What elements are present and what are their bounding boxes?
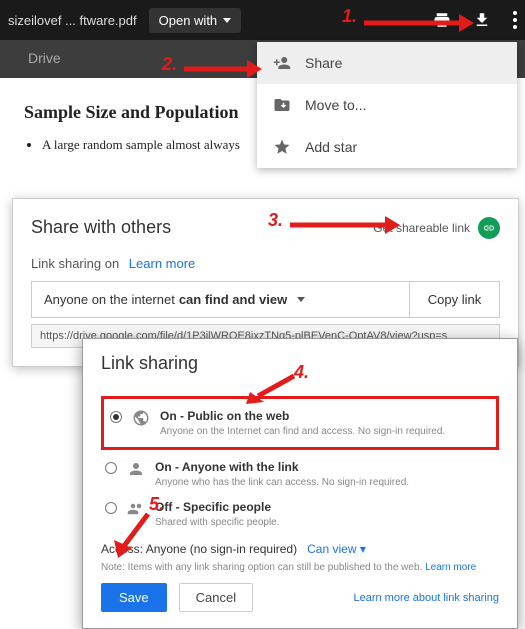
note-learn-more[interactable]: Learn more (425, 562, 476, 573)
learn-more-link-sharing[interactable]: Learn more about link sharing (353, 592, 499, 604)
link-sharing-status: Link sharing on Learn more (31, 256, 500, 271)
learn-more-link[interactable]: Learn more (129, 256, 195, 271)
option-anyone-link[interactable]: On - Anyone with the link Anyone who has… (101, 454, 499, 494)
open-with-label: Open with (159, 13, 218, 28)
caret-down-icon (297, 297, 305, 302)
arrow-icon (246, 374, 296, 404)
download-icon[interactable] (473, 11, 491, 29)
radio-icon (105, 462, 117, 474)
person-add-icon (273, 54, 291, 72)
permission-row: Anyone on the internet can find and view… (31, 281, 500, 318)
link-person-icon (127, 460, 145, 478)
cancel-button[interactable]: Cancel (179, 583, 253, 612)
note-row: Note: Items with any link sharing option… (101, 562, 499, 573)
open-with-button[interactable]: Open with (149, 8, 242, 33)
arrow-icon (184, 60, 262, 78)
globe-icon (132, 409, 150, 427)
callout-3: 3. (268, 210, 283, 231)
caret-down-icon (223, 18, 231, 23)
permission-dropdown[interactable]: Anyone on the internet can find and view (32, 282, 409, 317)
more-actions-icon[interactable] (513, 11, 517, 29)
callout-1: 1. (342, 6, 357, 27)
link-icon (478, 217, 500, 239)
save-button[interactable]: Save (101, 583, 167, 612)
menu-label: Add star (305, 139, 357, 155)
callout-4: 4. (294, 362, 309, 383)
option-public[interactable]: On - Public on the web Anyone on the Int… (106, 403, 494, 443)
menu-label: Share (305, 55, 342, 71)
drive-label: Drive (28, 50, 61, 66)
more-actions-menu: Share Move to... Add star (257, 42, 517, 168)
move-icon (273, 96, 291, 114)
star-icon (273, 138, 291, 156)
callout-2: 2. (162, 54, 177, 75)
arrow-icon (290, 216, 400, 234)
menu-item-share[interactable]: Share (257, 42, 517, 84)
file-name: sizeilovef ... ftware.pdf (8, 13, 137, 28)
access-row: Access: Anyone (no sign-in required) Can… (101, 542, 499, 556)
menu-label: Move to... (305, 97, 366, 113)
menu-item-move[interactable]: Move to... (257, 84, 517, 126)
callout-5: 5. (149, 494, 164, 515)
can-view-dropdown[interactable]: Can view ▾ (307, 542, 366, 556)
copy-link-button[interactable]: Copy link (409, 282, 499, 317)
menu-item-star[interactable]: Add star (257, 126, 517, 168)
arrow-icon (112, 510, 152, 558)
callout-box-4: On - Public on the web Anyone on the Int… (101, 396, 499, 450)
radio-selected-icon (110, 411, 122, 423)
arrow-icon (364, 14, 474, 32)
